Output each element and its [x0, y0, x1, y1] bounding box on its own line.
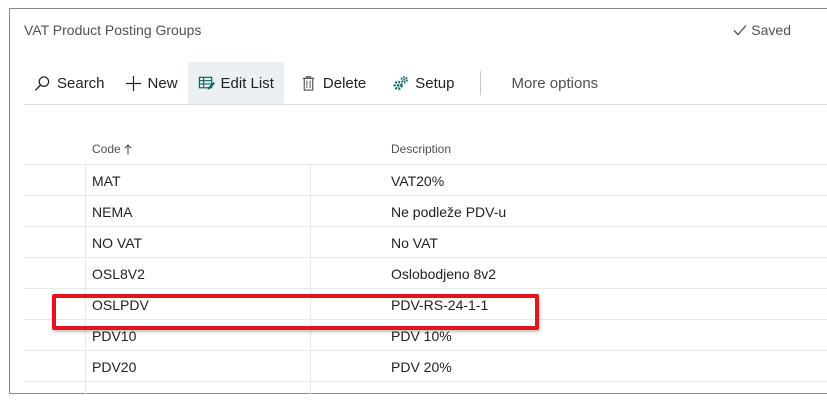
cell-code[interactable]: OSL8V2	[92, 266, 145, 282]
setup-button[interactable]: Setup	[382, 62, 464, 104]
cell-description[interactable]: PDV 20%	[391, 359, 452, 375]
table-row[interactable]: NEMA Ne podleže PDV-u	[24, 196, 827, 227]
column-header-description[interactable]: Description	[391, 142, 451, 156]
search-label: Search	[57, 74, 105, 92]
cell-description[interactable]: Oslobodjeno 8v2	[391, 266, 496, 282]
new-button[interactable]: New	[115, 62, 188, 104]
saved-status: Saved	[733, 22, 791, 38]
column-header-code[interactable]: Code	[92, 142, 132, 156]
action-bar: Search New Edit List Delete Setup More o…	[24, 62, 608, 104]
column-header-code-label: Code	[92, 142, 121, 156]
saved-label: Saved	[751, 22, 791, 38]
trash-icon	[302, 75, 315, 91]
cell-code[interactable]: NO VAT	[92, 235, 142, 251]
posting-groups-table: Code Description MAT VAT20% NEMA Ne podl…	[24, 133, 827, 382]
table-row[interactable]: NO VAT No VAT	[24, 227, 827, 258]
page-title: VAT Product Posting Groups	[24, 22, 202, 38]
table-row[interactable]: OSL8V2 Oslobodjeno 8v2	[24, 258, 827, 289]
cell-code[interactable]: PDV10	[92, 328, 136, 344]
cell-description[interactable]: Ne podleže PDV-u	[391, 204, 506, 220]
edit-list-button[interactable]: Edit List	[187, 62, 284, 104]
table-header: Code Description	[24, 133, 827, 165]
table-row[interactable]: MAT VAT20%	[24, 165, 827, 196]
edit-list-icon	[198, 76, 215, 90]
cell-description[interactable]: PDV 10%	[391, 328, 452, 344]
plus-icon	[125, 75, 141, 91]
checkmark-icon	[733, 25, 747, 36]
more-options-label: More options	[511, 74, 599, 92]
table-row[interactable]: PDV20 PDV 20%	[24, 351, 827, 382]
delete-label: Delete	[322, 74, 367, 92]
cell-description[interactable]: VAT20%	[391, 173, 444, 189]
gears-icon	[393, 75, 409, 90]
toolbar-divider-line	[24, 104, 827, 105]
new-label: New	[147, 74, 178, 92]
search-button[interactable]: Search	[24, 62, 115, 104]
cell-code[interactable]: PDV20	[92, 359, 136, 375]
highlight-box	[52, 294, 539, 330]
arrow-up-icon	[124, 143, 132, 154]
more-options-button[interactable]: More options	[499, 62, 608, 104]
delete-button[interactable]: Delete	[290, 62, 376, 104]
cell-description[interactable]: No VAT	[391, 235, 438, 251]
toolbar-divider	[480, 71, 482, 95]
search-icon	[34, 75, 50, 91]
edit-list-label: Edit List	[220, 74, 274, 92]
setup-label: Setup	[415, 74, 455, 92]
cell-code[interactable]: MAT	[92, 173, 121, 189]
cell-code[interactable]: NEMA	[92, 204, 132, 220]
